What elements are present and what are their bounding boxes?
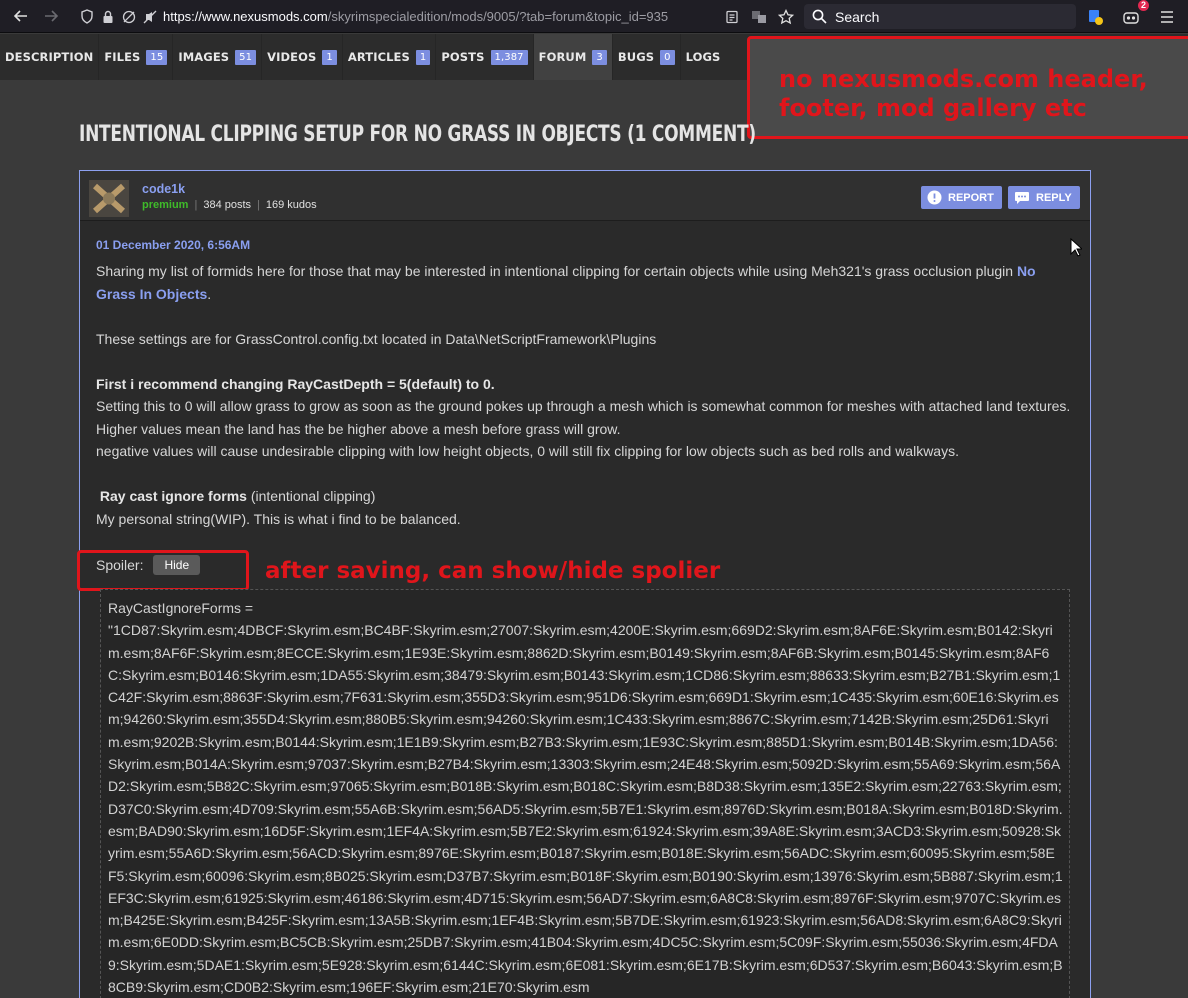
tab-label: LOGS [685,50,721,64]
search-placeholder: Search [835,8,880,25]
page-title: Intentional clipping setup for No Grass … [79,122,756,147]
address-bar[interactable]: https://www.nexusmods.com/skyrimspeciale… [76,4,796,29]
tab-logs[interactable]: LOGS [681,34,726,80]
back-button[interactable] [6,1,36,31]
post-count: 384 posts [203,199,252,211]
paragraph: My personal string(WIP). This is what i … [96,510,461,527]
url-host: https://www.nexusmods.com [163,9,328,24]
tab-label: FORUM [538,50,587,64]
ublock-icon [1123,12,1139,24]
heading-suffix: (intentional clipping) [246,488,376,504]
report-label: REPORT [948,191,994,204]
tab-count-badge: 51 [235,49,257,65]
intro-end: . [207,285,212,302]
paragraph: Setting this to 0 will allow grass to gr… [96,398,1071,414]
search-icon [812,9,827,24]
paragraph: Higher values mean the land has the be h… [96,420,621,437]
report-button[interactable]: REPORT [921,186,1002,209]
tab-label: BUGS [617,50,655,64]
kudos-count: 169 kudos [265,199,317,211]
tab-count-badge: 15 [146,49,168,65]
tab-articles[interactable]: ARTICLES 1 [343,34,437,80]
autoplay-blocked-icon[interactable] [139,6,160,27]
spoiler-line: RayCastIgnoreForms = [108,600,254,616]
tab-count-badge: 1,387 [490,49,528,65]
browser-toolbar: https://www.nexusmods.com/skyrimspeciale… [0,0,1188,33]
tab-images[interactable]: IMAGES 51 [173,34,263,80]
shield-icon[interactable] [76,6,97,27]
paragraph: First i recommend changing RayCastDepth … [96,373,1076,396]
membership-badge: premium [142,199,189,211]
tab-count-badge: 1 [322,49,337,65]
tab-posts[interactable]: POSTS 1,387 [436,34,534,80]
tab-count-badge: 3 [592,49,607,65]
url-text[interactable]: https://www.nexusmods.com/skyrimspeciale… [163,9,708,24]
hamburger-menu-icon [1161,11,1173,23]
tab-label: FILES [104,50,141,64]
forward-button[interactable] [36,1,66,31]
mouse-cursor-icon [1070,238,1082,257]
tab-description[interactable]: DESCRIPTION [0,34,100,80]
extension-icon [1089,10,1103,25]
intro-text: Sharing my list of formids here for thos… [96,263,1017,279]
tab-label: POSTS [441,50,485,64]
spoiler-content: RayCastIgnoreForms = "1CD87:Skyrim.esm;4… [100,589,1070,998]
tab-label: ARTICLES [347,50,410,64]
tab-forum[interactable]: FORUM 3 [533,34,613,80]
paragraph: These settings are for GrassControl.conf… [96,330,657,347]
spoiler-row: Spoiler: Hide [96,555,201,575]
mod-tabs: DESCRIPTION FILES 15 IMAGES 51 VIDEOS 1 ART… [0,34,726,80]
paragraph: Sharing my list of formids here for thos… [96,260,1076,305]
translate-icon[interactable] [748,6,769,27]
tab-count-badge: 0 [660,49,675,65]
spoiler-label: Spoiler: [96,557,144,573]
tab-count-badge: 1 [415,49,431,65]
annotation-text-top: no nexusmods.com header, footer, mod gal… [779,65,1148,123]
tab-videos[interactable]: VIDEOS 1 [262,34,343,80]
permissions-icon[interactable] [118,6,139,27]
bold-heading: Ray cast ignore forms [99,488,247,504]
notification-badge: 2 [1137,0,1149,11]
post-date[interactable]: 01 December 2020, 6:56AM [96,236,1076,254]
reply-button[interactable]: REPLY [1008,186,1080,209]
bold-heading: First i recommend changing RayCastDepth … [96,375,495,392]
author-name[interactable]: code1k [142,182,185,196]
paragraph: negative values will cause undesirable c… [96,443,959,459]
chat-bubble-icon [1015,192,1029,204]
forward-arrow-icon [45,10,59,22]
extension-button[interactable] [1080,2,1110,32]
back-arrow-icon [13,10,27,22]
annotation-text-spoiler: after saving, can show/hide spolier [265,558,721,584]
tab-label: IMAGES [178,50,230,64]
search-input[interactable]: Search [804,4,1076,29]
author-meta: premium | 384 posts | 169 kudos [142,199,317,211]
tab-bugs[interactable]: BUGS 0 [613,34,681,80]
spoiler-code: "1CD87:Skyrim.esm;4DBCF:Skyrim.esm;BC4BF… [108,622,1063,996]
alert-icon [927,190,942,205]
tab-label: VIDEOS [267,50,317,64]
url-path: /skyrimspecialedition/mods/9005/?tab=for… [327,9,669,24]
annotation-line: no nexusmods.com header, [779,65,1148,93]
bookmark-star-icon[interactable] [775,6,796,27]
tab-label: DESCRIPTION [5,50,94,64]
spoiler-hide-button[interactable]: Hide [153,555,201,575]
comment-body: 01 December 2020, 6:56AM Sharing my list… [96,236,1076,530]
annotation-line: footer, mod gallery etc [779,94,1087,122]
avatar[interactable] [89,180,129,217]
menu-button[interactable] [1152,2,1182,32]
reply-label: REPLY [1036,191,1072,204]
reader-view-icon[interactable] [721,6,742,27]
paragraph: Ray cast ignore forms (intentional clipp… [96,485,1076,508]
tab-files[interactable]: FILES 15 [99,34,174,80]
comment-header: code1k premium | 384 posts | 169 kudos REPOR… [80,171,1090,221]
lock-icon[interactable] [97,6,118,27]
ublock-button[interactable]: 2 [1116,0,1149,32]
